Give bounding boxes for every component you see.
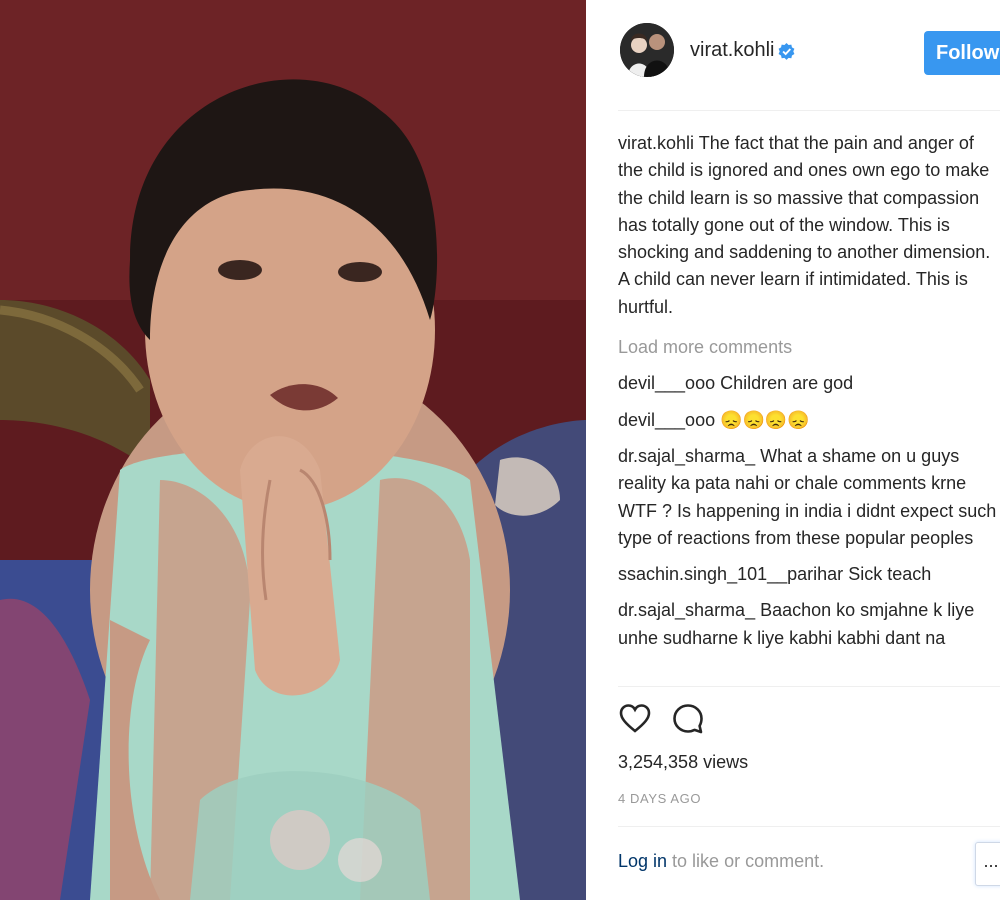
list-item: dr.sajal_sharma_ Baachon ko smjahne k li… — [618, 597, 1000, 652]
comment-text: 😞😞😞😞 — [720, 409, 810, 430]
post-video[interactable] — [0, 0, 586, 900]
login-prompt: Log in to like or comment. — [618, 851, 824, 872]
caption-username[interactable]: virat.kohli — [618, 133, 694, 153]
view-count: 3,254,358 views — [618, 752, 749, 772]
comment-icon[interactable] — [671, 702, 705, 736]
list-item: ssachin.singh_101__parihar Sick teach — [618, 561, 1000, 588]
post-author-username[interactable]: virat.kohli — [690, 39, 774, 62]
comment-username[interactable]: devil___ooo — [618, 373, 715, 393]
login-prompt-text: to like or comment. — [667, 851, 825, 871]
footer-divider — [618, 826, 1000, 827]
comment-text: Children are god — [720, 373, 854, 394]
list-item: dr.sajal_sharma_ What a shame on u guys … — [618, 443, 1000, 552]
follow-button[interactable]: Follow — [924, 31, 1000, 75]
login-link[interactable]: Log in — [618, 851, 667, 871]
load-more-comments-link[interactable]: Load more comments — [618, 334, 1000, 361]
comments-divider — [618, 686, 1000, 687]
avatar[interactable] — [620, 23, 674, 77]
comment-username[interactable]: devil___ooo — [618, 410, 715, 430]
comment-text: Sick teach — [848, 564, 932, 585]
list-item: devil___ooo Children are god — [618, 370, 1000, 397]
heart-icon[interactable] — [618, 702, 652, 736]
more-options-button[interactable]: ... — [975, 842, 1000, 886]
comment-username[interactable]: dr.sajal_sharma_ — [618, 600, 755, 620]
verified-badge-icon — [778, 43, 795, 60]
post-sidebar: virat.kohli Follow virat.kohli The fact … — [586, 0, 1000, 900]
post-timestamp[interactable]: 4 DAYS AGO — [618, 791, 701, 806]
caption-text: The fact that the pain and anger of the … — [618, 133, 991, 317]
header-divider — [618, 110, 1000, 111]
post-caption: virat.kohli The fact that the pain and a… — [618, 130, 1000, 321]
comment-username[interactable]: ssachin.singh_101__parihar — [618, 564, 843, 584]
child-video-frame — [0, 0, 586, 900]
comment-username[interactable]: dr.sajal_sharma_ — [618, 446, 755, 466]
post-header: virat.kohli Follow — [586, 0, 1000, 110]
comment-list: virat.kohli The fact that the pain and a… — [618, 130, 1000, 684]
list-item: devil___ooo 😞😞😞😞 — [618, 407, 1000, 434]
